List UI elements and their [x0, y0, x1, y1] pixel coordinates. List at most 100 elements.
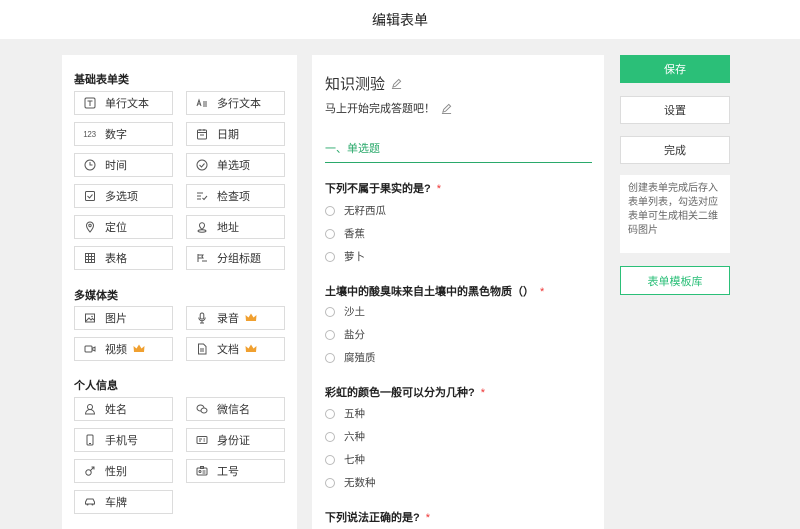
field-label: 录音: [217, 313, 239, 325]
question-title[interactable]: 下列不属于果实的是? *: [325, 180, 441, 196]
field-label: 车牌: [105, 497, 127, 509]
option-radio[interactable]: 六种: [325, 429, 365, 444]
form-description-row[interactable]: 马上开始完成答题吧！: [325, 100, 452, 116]
field-label: 文档: [217, 344, 239, 356]
field-name[interactable]: 姓名: [74, 397, 173, 421]
field-label: 定位: [105, 222, 127, 234]
option-radio[interactable]: 无数种: [325, 475, 376, 490]
field-video[interactable]: 视频: [74, 337, 173, 361]
option-label: 五种: [344, 408, 365, 420]
done-button[interactable]: 完成: [620, 136, 730, 164]
edit-description-icon[interactable]: [441, 103, 452, 114]
document-icon: [195, 343, 208, 356]
field-image[interactable]: 图片: [74, 306, 173, 330]
option-radio[interactable]: 沙土: [325, 304, 365, 319]
section-divider: [325, 162, 592, 163]
radio-button[interactable]: [325, 431, 335, 442]
field-checklist[interactable]: 检查项: [186, 184, 285, 208]
radio-button[interactable]: [325, 477, 335, 488]
radio-button[interactable]: [325, 205, 335, 216]
field-employee-id[interactable]: 工号: [186, 459, 285, 483]
field-multi-line-text[interactable]: 多行文本: [186, 91, 285, 115]
field-label: 检查项: [217, 191, 250, 203]
field-date[interactable]: 日期: [186, 122, 285, 146]
field-group-title[interactable]: 分组标题: [186, 246, 285, 270]
crown-icon: [245, 344, 257, 354]
radio-button[interactable]: [325, 352, 335, 363]
group-title-icon: [195, 252, 208, 265]
required-mark: *: [425, 512, 430, 524]
field-label: 单选项: [217, 160, 250, 172]
field-address[interactable]: 地址: [186, 215, 285, 239]
field-table[interactable]: 表格: [74, 246, 173, 270]
field-label: 手机号: [105, 435, 138, 447]
settings-button[interactable]: 设置: [620, 96, 730, 124]
multi-line-text-icon: [195, 97, 208, 110]
page-title: 编辑表单: [372, 11, 428, 28]
option-radio[interactable]: 七种: [325, 452, 365, 467]
option-label: 六种: [344, 431, 365, 443]
field-audio[interactable]: 录音: [186, 306, 285, 330]
checkbox-icon: [83, 190, 96, 203]
map-pin-icon: [195, 221, 208, 234]
question-text: 下列说法正确的是?: [325, 512, 420, 524]
field-label: 日期: [217, 129, 239, 141]
field-location[interactable]: 定位: [74, 215, 173, 239]
field-number[interactable]: 123 数字: [74, 122, 173, 146]
location-pin-icon: [83, 221, 96, 234]
field-gender[interactable]: 性别: [74, 459, 173, 483]
crown-icon: [133, 344, 145, 354]
number-icon-text: 123: [83, 129, 96, 139]
option-radio[interactable]: 腐殖质: [325, 350, 376, 365]
badge-icon: [195, 465, 208, 478]
radio-button[interactable]: [325, 306, 335, 317]
crown-icon: [245, 313, 257, 323]
field-label: 分组标题: [217, 253, 261, 265]
field-time[interactable]: 时间: [74, 153, 173, 177]
form-description[interactable]: 马上开始完成答题吧！: [325, 100, 435, 116]
radio-button[interactable]: [325, 454, 335, 465]
field-id-card[interactable]: 身份证: [186, 428, 285, 452]
gender-icon: [83, 465, 96, 478]
top-bar: 编辑表单: [0, 0, 800, 39]
option-radio[interactable]: 无籽西瓜: [325, 203, 386, 218]
form-title[interactable]: 知识测验: [325, 73, 385, 94]
form-title-row[interactable]: 知识测验: [325, 73, 402, 94]
option-label: 无数种: [344, 477, 376, 489]
field-single-line-text[interactable]: 单行文本: [74, 91, 173, 115]
field-label: 多行文本: [217, 98, 261, 110]
radio-button[interactable]: [325, 408, 335, 419]
question-title[interactable]: 下列说法正确的是? *: [325, 509, 430, 525]
option-label: 香蕉: [344, 228, 365, 240]
field-wechat[interactable]: 微信名: [186, 397, 285, 421]
form-preview: 知识测验 马上开始完成答题吧！ 一、单选题 下列不属于果实的是? * 无籽西瓜 香…: [312, 55, 604, 529]
field-phone[interactable]: 手机号: [74, 428, 173, 452]
question-text: 下列不属于果实的是?: [325, 183, 431, 195]
section-title-personal: 个人信息: [74, 380, 118, 392]
radio-button[interactable]: [325, 228, 335, 239]
save-button[interactable]: 保存: [620, 55, 730, 83]
field-multi-choice[interactable]: 多选项: [74, 184, 173, 208]
required-mark: *: [436, 183, 441, 195]
radio-button[interactable]: [325, 329, 335, 340]
section-heading: 一、单选题: [325, 143, 380, 155]
question-title[interactable]: 土壤中的酸臭味来自土壤中的黑色物质（） *: [325, 283, 544, 299]
question-title[interactable]: 彩虹的颜色一般可以分为几种? *: [325, 384, 485, 400]
option-radio[interactable]: 五种: [325, 406, 365, 421]
field-document[interactable]: 文档: [186, 337, 285, 361]
option-radio[interactable]: 香蕉: [325, 226, 365, 241]
field-license-plate[interactable]: 车牌: [74, 490, 173, 514]
id-card-icon: [195, 434, 208, 447]
radio-button[interactable]: [325, 251, 335, 262]
field-single-choice[interactable]: 单选项: [186, 153, 285, 177]
option-label: 无籽西瓜: [344, 205, 386, 217]
option-radio[interactable]: 萝卜: [325, 249, 365, 264]
edit-title-icon[interactable]: [391, 78, 402, 89]
help-tip: 创建表单完成后存入表单列表，勾选对应表单可生成相关二维码图片: [620, 175, 730, 253]
check-circle-icon: [195, 159, 208, 172]
option-radio[interactable]: 盐分: [325, 327, 365, 342]
calendar-icon: [195, 128, 208, 141]
template-library-button[interactable]: 表单模板库: [620, 266, 730, 295]
field-label: 姓名: [105, 404, 127, 416]
field-label: 地址: [217, 222, 239, 234]
